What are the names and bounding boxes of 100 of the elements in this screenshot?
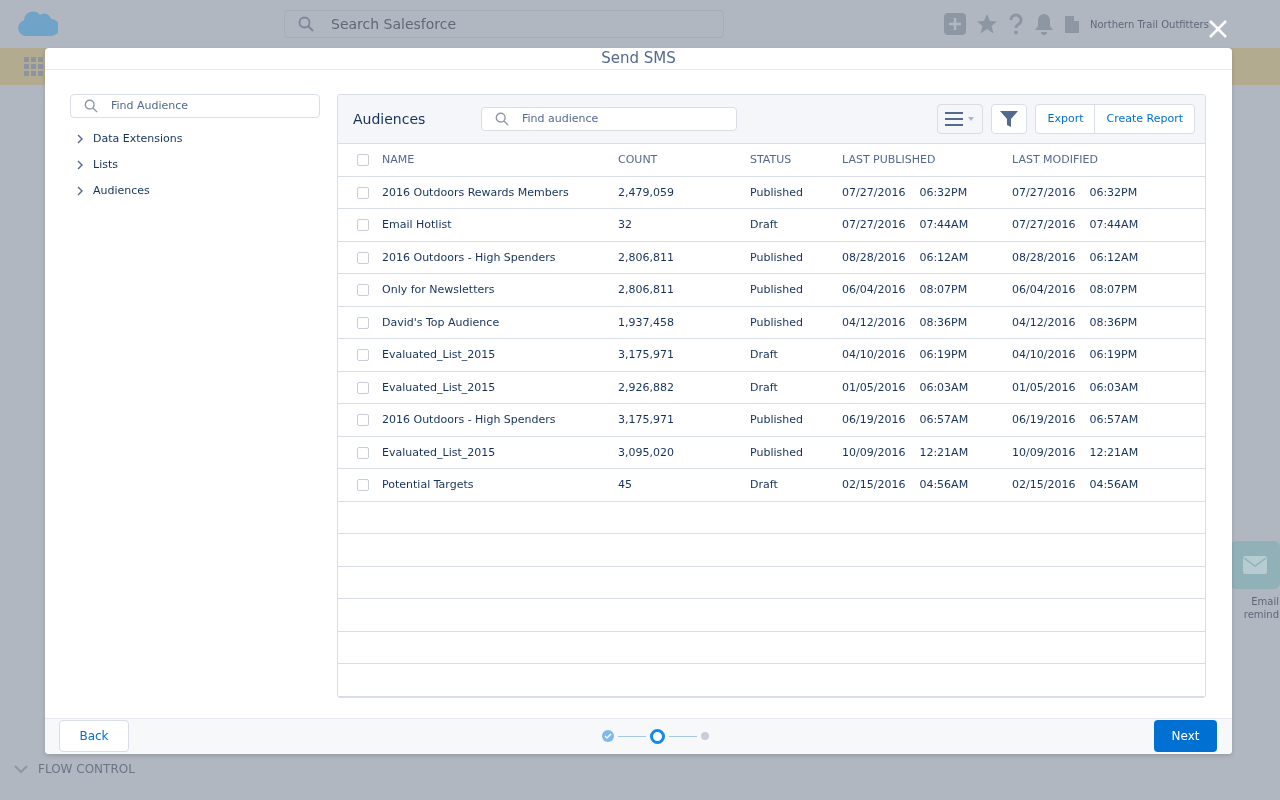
toolbar-button[interactable]: Create Report bbox=[1094, 104, 1194, 133]
table-cell: 06:12AM bbox=[919, 250, 969, 264]
table-cell: 06/19/2016 bbox=[842, 413, 906, 427]
table-cell: 2016 Outdoors - High Spenders bbox=[382, 413, 556, 427]
next-button[interactable]: Next bbox=[1154, 720, 1217, 753]
table-cell: 04/12/2016 bbox=[1012, 315, 1076, 329]
row-checkbox[interactable] bbox=[357, 219, 369, 232]
table-cell: 06:19PM bbox=[1089, 348, 1138, 362]
table-cell: 45 bbox=[618, 478, 632, 492]
table-cell: Only for Newsletters bbox=[382, 283, 495, 297]
add-icon[interactable] bbox=[944, 13, 966, 35]
email-tile[interactable] bbox=[1230, 541, 1280, 589]
table-cell: Published bbox=[750, 185, 803, 199]
filter-button[interactable] bbox=[991, 103, 1028, 134]
table-cell: 2,479,059 bbox=[618, 185, 674, 199]
table-cell: 08:36PM bbox=[919, 315, 968, 329]
search-field[interactable]: Find audience bbox=[481, 106, 737, 131]
search-field[interactable]: Find Audience bbox=[70, 93, 320, 118]
row-checkbox[interactable] bbox=[357, 316, 369, 329]
row-checkbox[interactable] bbox=[357, 479, 369, 492]
column-header[interactable]: COUNT bbox=[618, 153, 658, 167]
table-cell: 1,937,458 bbox=[618, 315, 674, 329]
table-cell: 06:12AM bbox=[1089, 250, 1139, 264]
table-cell: 02/15/2016 bbox=[842, 478, 906, 492]
table-cell: 3,175,971 bbox=[618, 348, 674, 362]
table-cell: 07/27/2016 bbox=[842, 218, 906, 232]
table-cell: 2,926,882 bbox=[618, 380, 674, 394]
table-cell: 06:57AM bbox=[919, 413, 969, 427]
table-cell: 06:03AM bbox=[1089, 380, 1139, 394]
chevron-icon bbox=[76, 159, 84, 170]
table-cell: 01/05/2016 bbox=[842, 380, 906, 394]
table-cell: 10/09/2016 bbox=[1012, 445, 1076, 459]
modal-title: Send SMS bbox=[601, 49, 676, 68]
list-icon bbox=[945, 111, 976, 126]
table-cell: 08:36PM bbox=[1089, 315, 1138, 329]
table-cell: 12:21AM bbox=[919, 445, 969, 459]
chevron-icon bbox=[76, 185, 84, 196]
table-cell: 04:56AM bbox=[1089, 478, 1139, 492]
table-cell: 02/15/2016 bbox=[1012, 478, 1076, 492]
building-icon bbox=[1064, 15, 1080, 33]
table-cell: 3,175,971 bbox=[618, 413, 674, 427]
search-field[interactable]: Search Salesforce bbox=[284, 10, 724, 38]
table-cell: 06/04/2016 bbox=[842, 283, 906, 297]
table-cell: 2016 Outdoors - High Spenders bbox=[382, 250, 556, 264]
table-cell: 08:07PM bbox=[1089, 283, 1138, 297]
row-checkbox[interactable] bbox=[357, 284, 369, 297]
column-header[interactable]: LAST MODIFIED bbox=[1012, 153, 1098, 167]
search-icon bbox=[84, 98, 98, 113]
table-cell: 08:07PM bbox=[919, 283, 968, 297]
table-cell: 08/28/2016 bbox=[842, 250, 906, 264]
table-cell: 06:19PM bbox=[919, 348, 968, 362]
table-cell: Potential Targets bbox=[382, 478, 474, 492]
table-cell: 06:32PM bbox=[919, 185, 968, 199]
table-cell: 07:44AM bbox=[1089, 218, 1139, 232]
back-button[interactable]: Back bbox=[59, 720, 129, 753]
table-cell: 2,806,811 bbox=[618, 283, 674, 297]
filter-icon bbox=[999, 108, 1020, 129]
close-icon[interactable] bbox=[1209, 20, 1227, 38]
select-all-checkbox[interactable] bbox=[357, 154, 369, 167]
tree-item[interactable]: Audiences bbox=[70, 177, 320, 204]
search-icon bbox=[495, 111, 509, 126]
bell-icon[interactable] bbox=[1034, 13, 1054, 35]
row-checkbox[interactable] bbox=[357, 349, 369, 362]
table-cell: 01/05/2016 bbox=[1012, 380, 1076, 394]
column-header[interactable]: STATUS bbox=[750, 153, 792, 167]
table-cell: Published bbox=[750, 250, 803, 264]
table-cell: 2,806,811 bbox=[618, 250, 674, 264]
table-cell: Draft bbox=[750, 218, 778, 232]
section-label: FLOW CONTROL bbox=[38, 762, 135, 776]
row-checkbox[interactable] bbox=[357, 446, 369, 459]
row-checkbox[interactable] bbox=[357, 414, 369, 427]
star-icon[interactable] bbox=[976, 13, 998, 35]
table-cell: 04/10/2016 bbox=[842, 348, 906, 362]
table-cell: David's Top Audience bbox=[382, 315, 500, 329]
table-cell: 07/27/2016 bbox=[1012, 185, 1076, 199]
tree-item[interactable]: Data Extensions bbox=[70, 125, 320, 152]
table-cell: 12:21AM bbox=[1089, 445, 1139, 459]
table-cell: 06/04/2016 bbox=[1012, 283, 1076, 297]
column-header[interactable]: LAST PUBLISHED bbox=[842, 153, 936, 167]
toolbar-button[interactable]: Export bbox=[1036, 104, 1095, 133]
app-launcher-icon[interactable] bbox=[24, 56, 44, 77]
table-cell: 06:32PM bbox=[1089, 185, 1138, 199]
cloud-logo bbox=[16, 10, 58, 38]
table-cell: Published bbox=[750, 283, 803, 297]
table-cell: 04:56AM bbox=[919, 478, 969, 492]
row-checkbox[interactable] bbox=[357, 186, 369, 199]
help-icon[interactable] bbox=[1008, 13, 1024, 35]
tree-item[interactable]: Lists bbox=[70, 151, 320, 178]
table-cell: 04/12/2016 bbox=[842, 315, 906, 329]
table-cell: 07/27/2016 bbox=[842, 185, 906, 199]
column-header[interactable]: NAME bbox=[382, 153, 415, 167]
table-cell: 32 bbox=[618, 218, 632, 232]
table-cell: 06:57AM bbox=[1089, 413, 1139, 427]
list-view-button[interactable] bbox=[937, 103, 984, 134]
panel-title: Audiences bbox=[353, 110, 427, 127]
row-checkbox[interactable] bbox=[357, 381, 369, 394]
search-icon bbox=[298, 16, 314, 32]
chevron-down-icon bbox=[14, 764, 28, 774]
row-checkbox[interactable] bbox=[357, 251, 369, 264]
table-cell: Draft bbox=[750, 478, 778, 492]
